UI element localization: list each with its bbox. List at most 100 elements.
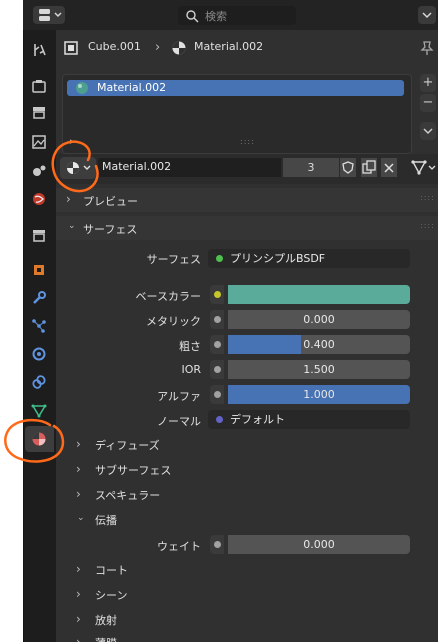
roughness-socket-button[interactable]: [210, 335, 224, 354]
tab-modifier[interactable]: [29, 288, 49, 308]
ior-socket-button[interactable]: [210, 360, 224, 379]
tab-object[interactable]: [29, 260, 49, 280]
material-preview-icon: [76, 82, 88, 94]
slot-specials-button[interactable]: [420, 122, 436, 140]
alpha-socket-button[interactable]: [210, 385, 224, 404]
subpanel-thin-film-title: 薄膜: [95, 635, 117, 642]
transmission-weight-slider[interactable]: 0.000: [228, 535, 410, 554]
base-color-label: ベースカラー: [135, 290, 201, 303]
alpha-label: アルファ: [157, 390, 201, 403]
panel-preview-header[interactable]: › プレビュー ::::: [56, 188, 438, 212]
value-socket-icon: [214, 316, 221, 323]
surface-shader-label: サーフェス: [146, 253, 201, 266]
particles-icon: [32, 319, 46, 333]
material-name-field[interactable]: Material.002: [98, 158, 281, 177]
constraints-icon: [32, 375, 46, 389]
tab-constraints[interactable]: [29, 372, 49, 392]
editor-type-button[interactable]: [33, 6, 65, 24]
duplicate-material-button[interactable]: [361, 158, 377, 177]
value-socket-icon: [214, 541, 221, 548]
tab-collection[interactable]: [29, 225, 49, 245]
drag-handle-icon[interactable]: ::::: [420, 221, 435, 230]
list-resize-handle[interactable]: ::::: [240, 137, 255, 146]
subpanel-coat[interactable]: › コート: [66, 559, 438, 581]
material-sphere-icon: [67, 162, 91, 174]
chevron-right-icon: ›: [76, 635, 81, 642]
tab-world[interactable]: [29, 189, 49, 209]
render-icon: [32, 80, 46, 93]
normal-field[interactable]: デフォルト: [208, 410, 410, 429]
breadcrumb-separator-icon: ›: [155, 40, 161, 55]
tab-render[interactable]: [29, 76, 49, 96]
subpanel-specular[interactable]: › スペキュラー: [66, 484, 438, 506]
subpanel-diffuse-title: ディフューズ: [95, 439, 160, 452]
subpanel-sheen[interactable]: › シーン: [66, 584, 438, 606]
subpanel-thin-film[interactable]: › 薄膜: [66, 632, 438, 642]
object-icon: [34, 265, 44, 275]
tab-particles[interactable]: [29, 316, 49, 336]
close-icon: [384, 163, 394, 173]
chevron-down-icon: ⌄: [77, 513, 85, 523]
value-socket-icon: [214, 366, 221, 373]
left-margin: [0, 0, 23, 642]
duplicate-icon: [362, 160, 376, 174]
metallic-slider[interactable]: 0.000: [228, 310, 410, 329]
tab-output[interactable]: [29, 102, 49, 122]
header-dropdown-button[interactable]: [418, 6, 436, 24]
tab-physics[interactable]: [29, 344, 49, 364]
add-slot-button[interactable]: +: [420, 74, 436, 92]
panel-surface-header[interactable]: ⌄ サーフェス ::::: [56, 216, 438, 240]
surface-shader-field[interactable]: プリンシプルBSDF: [208, 249, 410, 268]
chevron-right-icon: ›: [76, 487, 81, 501]
base-color-swatch[interactable]: [228, 285, 410, 304]
subpanel-transmission-title: 伝播: [95, 514, 117, 527]
material-icon: [32, 432, 46, 446]
breadcrumb-material: Material.002: [194, 40, 264, 53]
subpanel-sheen-title: シーン: [95, 589, 128, 602]
chevron-right-icon: ›: [76, 437, 81, 451]
chevron-down-icon: ⌄: [68, 221, 76, 231]
search-icon: [186, 10, 199, 23]
chevron-right-icon: ›: [66, 192, 71, 206]
view-layer-icon: [32, 135, 46, 149]
fake-user-button[interactable]: [340, 158, 356, 177]
tab-material[interactable]: [29, 429, 49, 449]
subpanel-diffuse[interactable]: › ディフューズ: [66, 434, 438, 456]
ior-field[interactable]: 1.500: [228, 360, 410, 379]
subpanel-emission-title: 放射: [95, 614, 117, 627]
material-name-text: Material.002: [102, 160, 172, 173]
browse-material-button[interactable]: [60, 157, 96, 179]
chevron-right-icon: ›: [76, 612, 81, 626]
metallic-socket-button[interactable]: [210, 310, 224, 329]
subpanel-transmission[interactable]: ⌄ 伝播: [66, 509, 438, 531]
node-tree-button[interactable]: [408, 157, 438, 179]
tab-data[interactable]: [29, 400, 49, 420]
tab-scene[interactable]: [29, 160, 49, 180]
roughness-label: 粗さ: [179, 340, 201, 353]
transmission-weight-socket-button[interactable]: [210, 535, 224, 554]
vector-socket-icon: [216, 416, 223, 423]
transmission-weight-value: 0.000: [303, 538, 335, 551]
unlink-material-button[interactable]: [381, 158, 397, 177]
tab-tool[interactable]: [29, 40, 49, 60]
shield-icon: [342, 161, 354, 174]
remove-slot-button[interactable]: −: [420, 94, 436, 112]
chevron-right-icon: ›: [76, 562, 81, 576]
chevron-down-icon: [423, 128, 433, 135]
output-icon: [33, 107, 45, 119]
subpanel-emission[interactable]: › 放射: [66, 609, 438, 631]
color-socket-icon: [214, 291, 221, 298]
modifier-icon: [33, 291, 46, 304]
drag-handle-icon[interactable]: ::::: [420, 193, 435, 202]
roughness-slider[interactable]: 0.400: [228, 335, 410, 354]
breadcrumb-object: Cube.001: [88, 40, 141, 53]
pin-icon[interactable]: [420, 40, 434, 56]
alpha-slider[interactable]: 1.000: [228, 385, 410, 404]
sidebar-divider: [23, 30, 24, 642]
subpanel-subsurface[interactable]: › サブサーフェス: [66, 459, 438, 481]
list-expand-icon[interactable]: ▸: [70, 137, 75, 147]
tab-view-layer[interactable]: [29, 132, 49, 152]
subpanel-specular-title: スペキュラー: [95, 489, 161, 502]
material-users-count[interactable]: 3: [283, 158, 339, 177]
base-color-socket-button[interactable]: [210, 285, 224, 304]
